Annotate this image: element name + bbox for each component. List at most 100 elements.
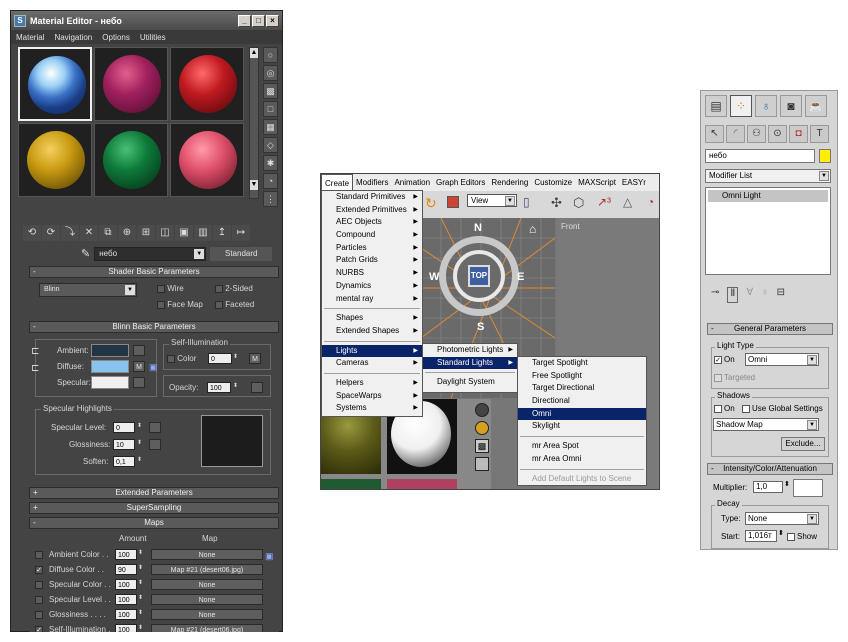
map-enable-checkbox[interactable]: ✓ (35, 565, 43, 574)
menu-options[interactable]: Options (102, 33, 130, 42)
ambient-map-button[interactable] (133, 345, 145, 356)
rotate-icon[interactable]: ⬡ (573, 195, 584, 211)
material-type-button[interactable]: Standard (210, 246, 273, 261)
exclude-button[interactable]: Exclude... (781, 437, 825, 451)
menu-item-add-default-lights-to-scene[interactable]: Add Default Lights to Scene (518, 473, 646, 486)
get-material-icon[interactable]: ⟲ (23, 225, 41, 241)
configure-modifier-sets-icon[interactable]: ⊟ (777, 287, 785, 303)
sample-type-icon[interactable]: ○ (263, 47, 278, 63)
eyedropper-icon[interactable]: ✎ (81, 247, 90, 260)
map-enable-checkbox[interactable] (35, 595, 43, 604)
background-icon[interactable]: ▩ (263, 83, 278, 99)
blinn-basic-rollout-header[interactable]: - Blinn Basic Parameters (29, 321, 279, 333)
light-on-checkbox[interactable]: ✓ On (714, 355, 735, 364)
spinner-arrows-icon[interactable]: ⬍ (784, 480, 790, 488)
menu-item-particles[interactable]: Particles ▶ (322, 242, 422, 255)
shapes-icon[interactable]: ◜ (726, 125, 745, 143)
menu-create[interactable]: Create (321, 174, 354, 191)
map-enable-checkbox[interactable] (35, 610, 43, 619)
sample-slot-4[interactable] (18, 123, 92, 197)
sample-slot-6[interactable] (170, 123, 244, 197)
pin-stack-icon[interactable]: ⊸ (711, 287, 719, 303)
put-material-icon[interactable]: ⟳ (42, 225, 60, 241)
sample-type-icon[interactable] (475, 403, 489, 417)
intensity-color-attenuation-header[interactable]: - Intensity/Color/Attenuation (707, 463, 833, 475)
faceted-checkbox[interactable]: Faceted (215, 300, 254, 309)
go-forward-icon[interactable]: ↦ (232, 225, 250, 241)
backlight-icon[interactable] (475, 421, 489, 435)
undo-icon[interactable]: ↻ (425, 195, 437, 212)
shadow-type-dropdown[interactable]: Shadow Map ▼ (713, 418, 819, 431)
map-slot-button[interactable]: None (151, 594, 263, 605)
map-slot-button[interactable]: Map #21 (desert06.jpg) (151, 564, 263, 575)
wire-checkbox[interactable]: Wire (157, 284, 184, 293)
map-amount-value[interactable]: 90 (115, 564, 137, 575)
menu-item-daylight-system[interactable]: Daylight System (423, 376, 517, 389)
angle-snap-icon[interactable]: △ (623, 195, 632, 209)
shader-basic-rollout-header[interactable]: - Shader Basic Parameters (29, 266, 279, 278)
menu-customize[interactable]: Customize (531, 174, 575, 191)
map-slot-button[interactable]: Map #21 (desert06.jpg) (151, 624, 263, 632)
self-illum-value[interactable]: 0 (208, 353, 232, 364)
self-illum-color-checkbox[interactable]: Color (167, 354, 196, 363)
diffuse-map-button[interactable]: M (133, 361, 145, 372)
reset-map-icon[interactable]: ✕ (80, 225, 98, 241)
general-parameters-header[interactable]: - General Parameters (707, 323, 833, 335)
menu-modifiers[interactable]: Modifiers (353, 174, 391, 191)
multiplier-value[interactable]: 1,0 (753, 481, 783, 493)
shader-type-dropdown[interactable]: Blinn ▼ (39, 283, 137, 297)
remove-modifier-icon[interactable]: ♁ (761, 287, 769, 303)
show-end-result-icon[interactable]: Ⅱ (727, 287, 739, 303)
show-end-result-icon[interactable]: ▥ (194, 225, 212, 241)
map-amount-value[interactable]: 100 (115, 579, 137, 590)
lock-icon[interactable]: ⊏ (31, 363, 39, 374)
motion-tab-icon[interactable]: ◙ (780, 95, 802, 117)
menu-item-target-spotlight[interactable]: Target Spotlight (518, 357, 646, 370)
material-id-icon[interactable]: ◫ (156, 225, 174, 241)
map-enable-checkbox[interactable] (35, 550, 43, 559)
specular-color-swatch[interactable] (91, 376, 129, 389)
chevron-down-icon[interactable]: ▼ (194, 248, 205, 259)
ambient-color-swatch[interactable] (91, 344, 129, 357)
spinner-arrows-icon[interactable]: ⬍ (138, 579, 143, 586)
cameras-icon[interactable]: ⊙ (768, 125, 787, 143)
sample-slot-1[interactable] (18, 47, 92, 121)
display-tab-icon[interactable]: ☕ (805, 95, 827, 117)
menu-item-cameras[interactable]: Cameras ▶ (322, 357, 422, 370)
self-illum-map-button[interactable]: M (249, 353, 261, 364)
use-global-settings-checkbox[interactable]: Use Global Settings (742, 404, 823, 413)
scroll-down-arrow-icon[interactable]: ▼ (250, 180, 258, 190)
material-map-navigator-icon[interactable]: ⋮ (263, 191, 278, 207)
sample-uv-tiling-icon[interactable]: □ (263, 101, 278, 117)
close-button[interactable]: × (266, 14, 279, 27)
material-name-field[interactable]: небо ▼ (94, 246, 207, 261)
percent-snap-icon[interactable]: ◔ (647, 195, 654, 209)
spinner-arrows-icon[interactable]: ⬍ (137, 422, 142, 429)
menu-item-photometric-lights[interactable]: Photometric Lights ▶ (423, 344, 517, 357)
home-view-icon[interactable]: ⌂ (529, 222, 536, 236)
spacewarps-icon[interactable]: T (810, 125, 829, 143)
menu-material[interactable]: Material (16, 33, 44, 42)
spinner-arrows-icon[interactable]: ⬍ (137, 439, 142, 446)
shadows-on-checkbox[interactable]: On (714, 404, 735, 413)
decay-type-dropdown[interactable]: None ▼ (745, 512, 819, 525)
menu-item-nurbs[interactable]: NURBS ▶ (322, 267, 422, 280)
options-icon[interactable]: ✱ (263, 155, 278, 171)
copy-material-icon[interactable]: ⧉ (99, 225, 117, 241)
specular-level-value[interactable]: 0 (113, 422, 135, 433)
spinner-arrows-icon[interactable]: ⬍ (137, 456, 142, 463)
map-link-icon[interactable]: ▣ (265, 551, 274, 562)
targeted-checkbox[interactable]: Targeted (714, 373, 755, 382)
maximize-button[interactable]: □ (252, 14, 265, 27)
map-slot-button[interactable]: None (151, 609, 263, 620)
face-map-checkbox[interactable]: Face Map (157, 300, 203, 309)
modifier-list-dropdown[interactable]: Modifier List ▼ (705, 169, 831, 183)
spinner-arrows-icon[interactable]: ⬍ (138, 594, 143, 601)
menu-rendering[interactable]: Rendering (488, 174, 531, 191)
hierarchy-tab-icon[interactable]: ♁ (755, 95, 777, 117)
menu-item-helpers[interactable]: Helpers ▶ (322, 377, 422, 390)
menu-item-mr-area-spot[interactable]: mr Area Spot (518, 440, 646, 453)
spinner-arrows-icon[interactable]: ⬍ (138, 609, 143, 616)
map-amount-value[interactable]: 100 (115, 624, 137, 632)
glossiness-map-button[interactable] (149, 439, 161, 450)
